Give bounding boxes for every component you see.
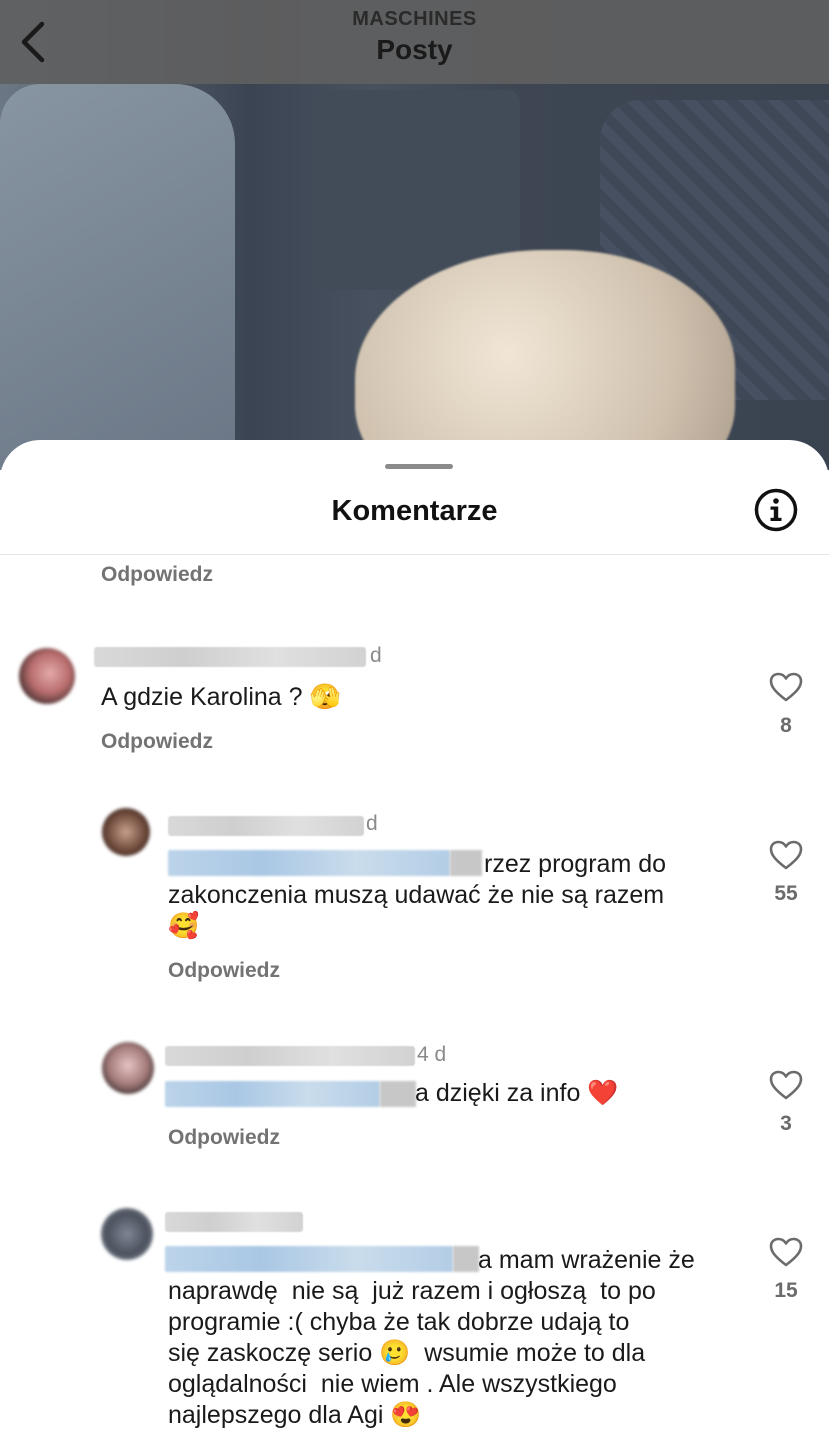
comment-text: a mam wrażenie że naprawdę nie są już ra… [168, 1246, 695, 1429]
reply-button[interactable]: Odpowiedz [101, 563, 213, 587]
sheet-title: Komentarze [331, 495, 498, 527]
like-count: 8 [780, 714, 792, 737]
like-button[interactable]: 55 [768, 840, 804, 906]
account-name: MASCHINES [352, 8, 477, 30]
avatar[interactable] [101, 1208, 153, 1260]
heart-outline-icon [769, 840, 803, 870]
heart-outline-icon [769, 672, 803, 702]
sheet-divider [0, 554, 829, 555]
reply-button[interactable]: Odpowiedz [101, 730, 213, 754]
photo-seat-left [0, 84, 235, 470]
top-bar: MASCHINES Posty [0, 0, 829, 84]
comment-age: d [366, 812, 378, 835]
reply-button[interactable]: Odpowiedz [168, 959, 280, 983]
comment-text: a dzięki za info ❤️ [415, 1079, 619, 1107]
comment-age: 4 d [417, 1043, 447, 1066]
avatar[interactable] [19, 648, 75, 704]
like-count: 3 [780, 1112, 792, 1135]
avatar[interactable] [102, 1042, 154, 1094]
like-button[interactable]: 15 [768, 1237, 804, 1303]
info-circle-icon [754, 488, 798, 532]
like-count: 55 [774, 882, 798, 905]
username-redacted[interactable] [168, 816, 364, 836]
like-button[interactable]: 8 [768, 672, 804, 738]
username-redacted[interactable] [165, 1046, 415, 1066]
username-redacted[interactable] [94, 647, 366, 667]
reply-button[interactable]: Odpowiedz [168, 1126, 280, 1150]
avatar[interactable] [102, 808, 150, 856]
like-button[interactable]: 3 [768, 1070, 804, 1136]
page-title: Posty [376, 34, 453, 65]
like-count: 15 [774, 1279, 798, 1302]
comment-text: rzez program do zakonczenia muszą udawać… [168, 850, 667, 940]
comment-text: A gdzie Karolina ? 🫣 [101, 683, 341, 711]
sheet-drag-handle[interactable] [385, 464, 453, 469]
info-button[interactable] [754, 488, 798, 532]
comment-age: d [370, 644, 382, 667]
heart-outline-icon [769, 1070, 803, 1100]
heart-outline-icon [769, 1237, 803, 1267]
username-redacted[interactable] [165, 1212, 303, 1232]
